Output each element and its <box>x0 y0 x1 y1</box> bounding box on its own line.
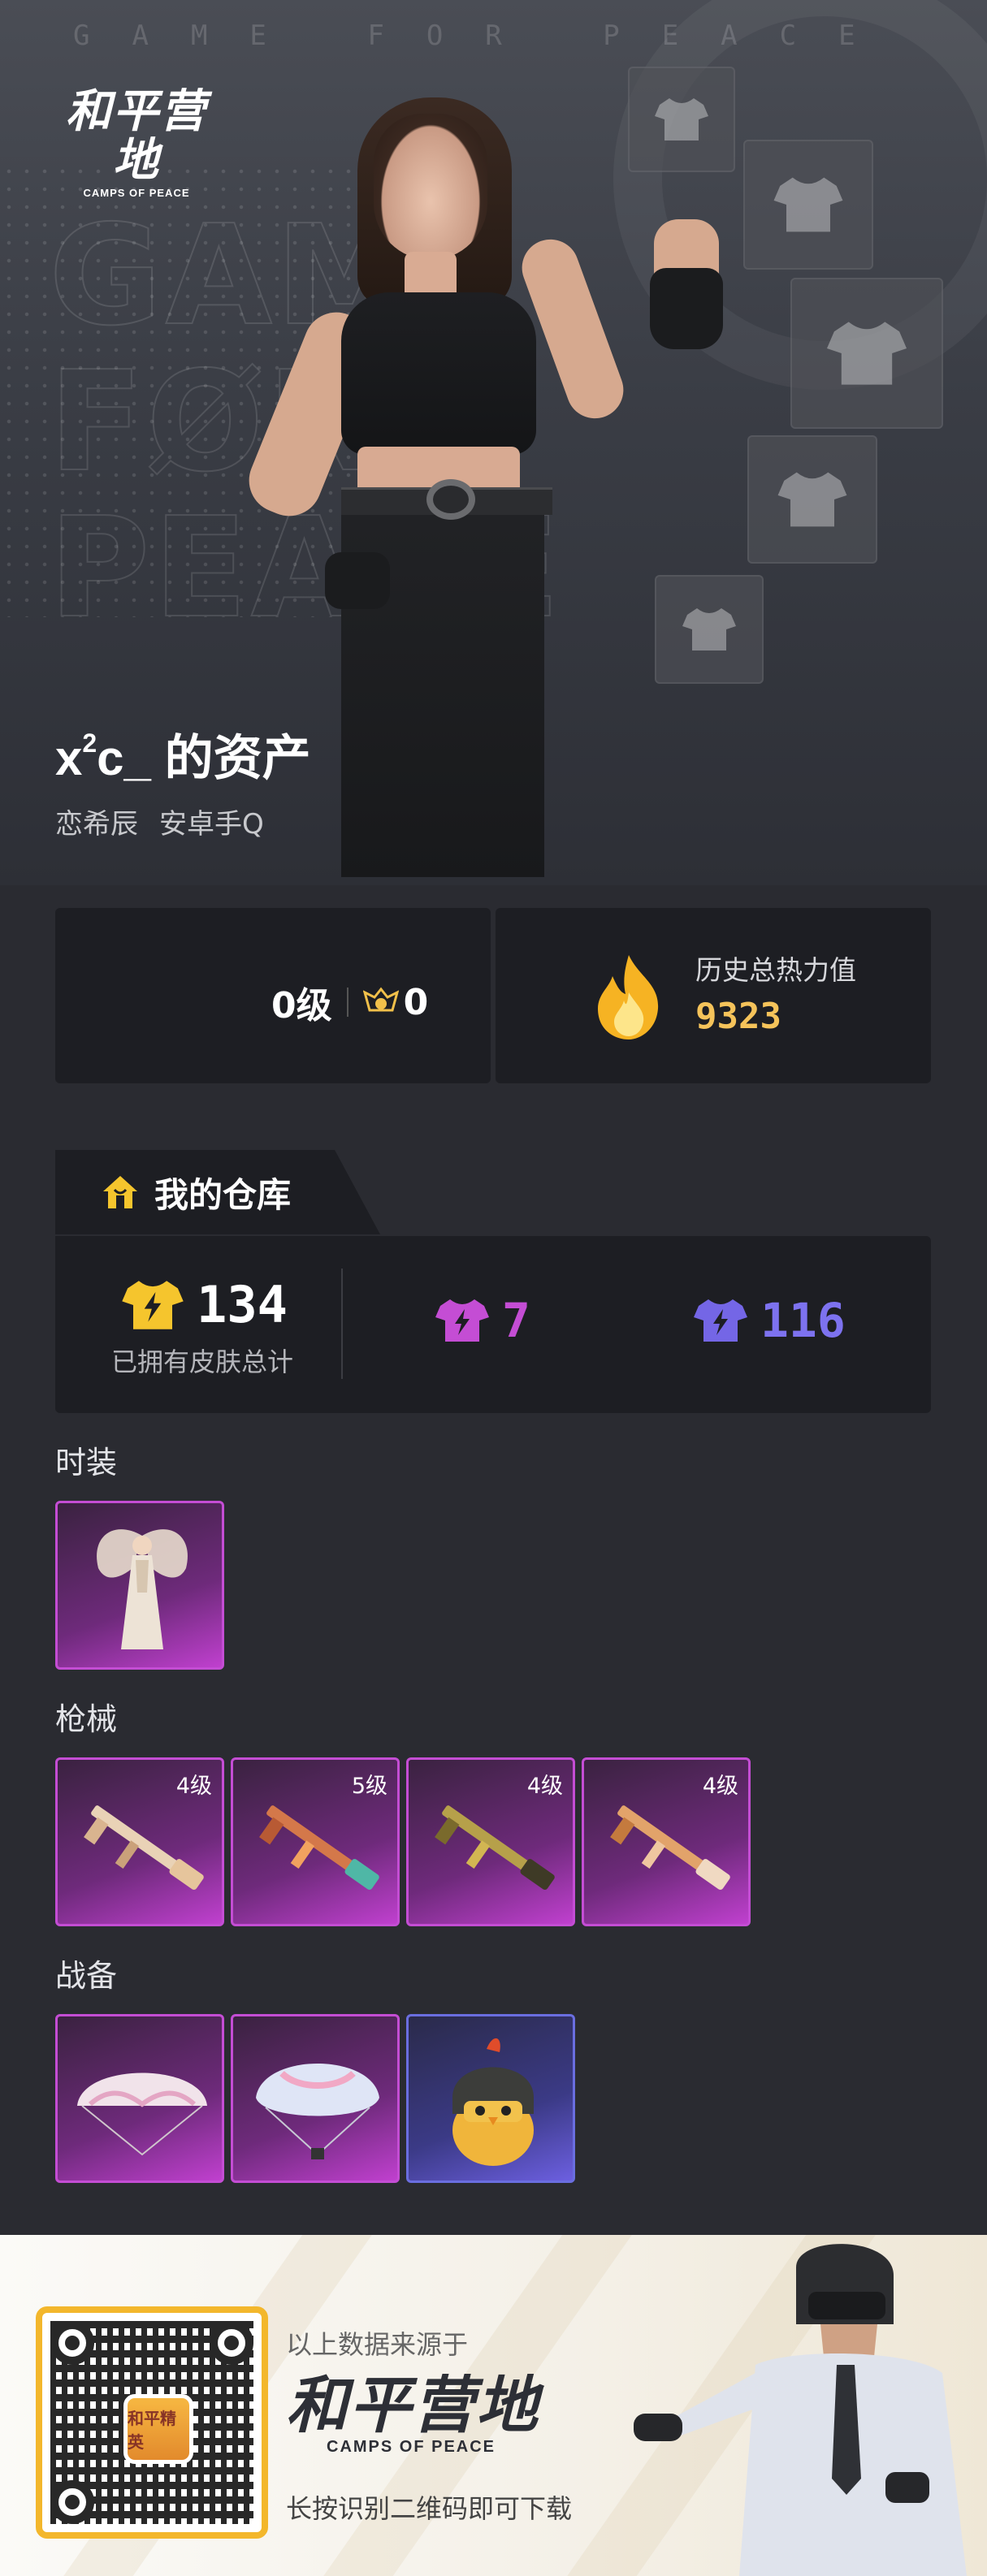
shirt-bolt-icon <box>122 1280 184 1329</box>
shirt-tile <box>743 140 873 270</box>
footer-promo: 和平精英 以上数据来源于 和平营地 CAMPS OF PEACE 长按识别二维码… <box>0 2235 987 2576</box>
shirt-icon <box>777 472 847 527</box>
purple-count: 7 <box>502 1293 530 1348</box>
section-title-gear: 战备 <box>55 1958 118 1994</box>
gear-item[interactable] <box>55 2014 224 2183</box>
nickname: 恋希辰 <box>55 808 138 841</box>
total-count: 134 <box>197 1275 288 1334</box>
app-logo: 和平营地 CAMPS OF PEACE <box>55 85 218 200</box>
footer-logo-cn: 和平营地 <box>286 2369 539 2441</box>
blue-skins: 116 <box>692 1293 846 1348</box>
owner-sub: 恋希辰 安卓手Q <box>55 802 311 841</box>
heat-card: 历史总热力值 9323 <box>496 908 931 1083</box>
warehouse-title: 我的仓库 <box>154 1174 292 1215</box>
hero-banner: GAME FOR PEACE GAME FØR PEACE 和平营地 CAMPS O… <box>0 0 987 885</box>
logo-en: CAMPS OF PEACE <box>83 187 190 199</box>
parachute-icon <box>256 2064 379 2159</box>
blue-count: 116 <box>760 1293 846 1348</box>
qr-pattern: 和平精英 <box>50 2321 253 2524</box>
page-title: x2c_ 的资产 <box>55 728 311 785</box>
warehouse-summary: 134 已拥有皮肤总计 7 116 <box>55 1236 931 1413</box>
chicken-helmet-icon <box>452 2038 534 2166</box>
gun-item[interactable]: 4级 <box>55 1757 224 1926</box>
rank-badge-icon <box>362 987 399 1012</box>
scan-instruction: 长按识别二维码即可下载 <box>286 2493 573 2524</box>
qr-finder <box>210 2321 253 2365</box>
parachute-icon <box>77 2072 207 2156</box>
badge-count: 0 <box>403 981 429 1023</box>
shirt-bolt-icon <box>694 1299 747 1342</box>
total-label: 已拥有皮肤总计 <box>110 1346 293 1377</box>
flame-icon <box>598 955 659 1039</box>
heat-value: 9323 <box>695 996 781 1037</box>
total-skins: 134 <box>120 1275 288 1334</box>
heat-label: 历史总热力值 <box>695 954 856 986</box>
qr-finder <box>50 2480 94 2524</box>
gun-level: 4级 <box>702 1774 738 1799</box>
shirt-bolt-icon <box>435 1299 489 1342</box>
platform: 安卓手Q <box>159 808 264 841</box>
section-title-outfits: 时装 <box>55 1445 118 1480</box>
gun-item[interactable]: 5级 <box>231 1757 400 1926</box>
qr-app-logo: 和平精英 <box>123 2394 193 2464</box>
gun-item[interactable]: 4级 <box>406 1757 575 1926</box>
gun-level: 5级 <box>351 1774 387 1799</box>
gun-item[interactable]: 4级 <box>582 1757 751 1926</box>
shirt-tile <box>747 435 877 564</box>
home-icon <box>103 1176 137 1208</box>
gun-level: 4级 <box>175 1774 212 1799</box>
footer-logo: 和平营地 CAMPS OF PEACE <box>286 2373 539 2457</box>
owner-info: x2c_ 的资产 恋希辰 安卓手Q <box>55 715 311 841</box>
section-title-guns: 枪械 <box>55 1701 118 1737</box>
shirt-icon <box>773 177 843 232</box>
level-card: 0级 0 <box>55 908 491 1083</box>
level-value: 0级 <box>271 985 332 1027</box>
asset-page: GAME FOR PEACE GAME FØR PEACE 和平营地 CAMPS O… <box>0 0 987 2576</box>
gear-item[interactable] <box>406 2014 575 2183</box>
gear-item[interactable] <box>231 2014 400 2183</box>
qr-code[interactable]: 和平精英 <box>36 2306 268 2539</box>
angel-outfit-icon <box>97 1529 188 1649</box>
soldier-illustration <box>634 2244 967 2576</box>
shirt-tile <box>790 278 943 429</box>
shirt-icon <box>826 322 907 385</box>
warehouse-tab[interactable]: 我的仓库 <box>55 1150 380 1234</box>
logo-cn: 和平营地 <box>66 85 207 187</box>
source-text: 以上数据来源于 <box>286 2329 469 2360</box>
outfit-item[interactable] <box>55 1501 224 1670</box>
qr-finder <box>50 2321 94 2365</box>
purple-skins: 7 <box>434 1293 530 1348</box>
gun-level: 4级 <box>526 1774 563 1799</box>
